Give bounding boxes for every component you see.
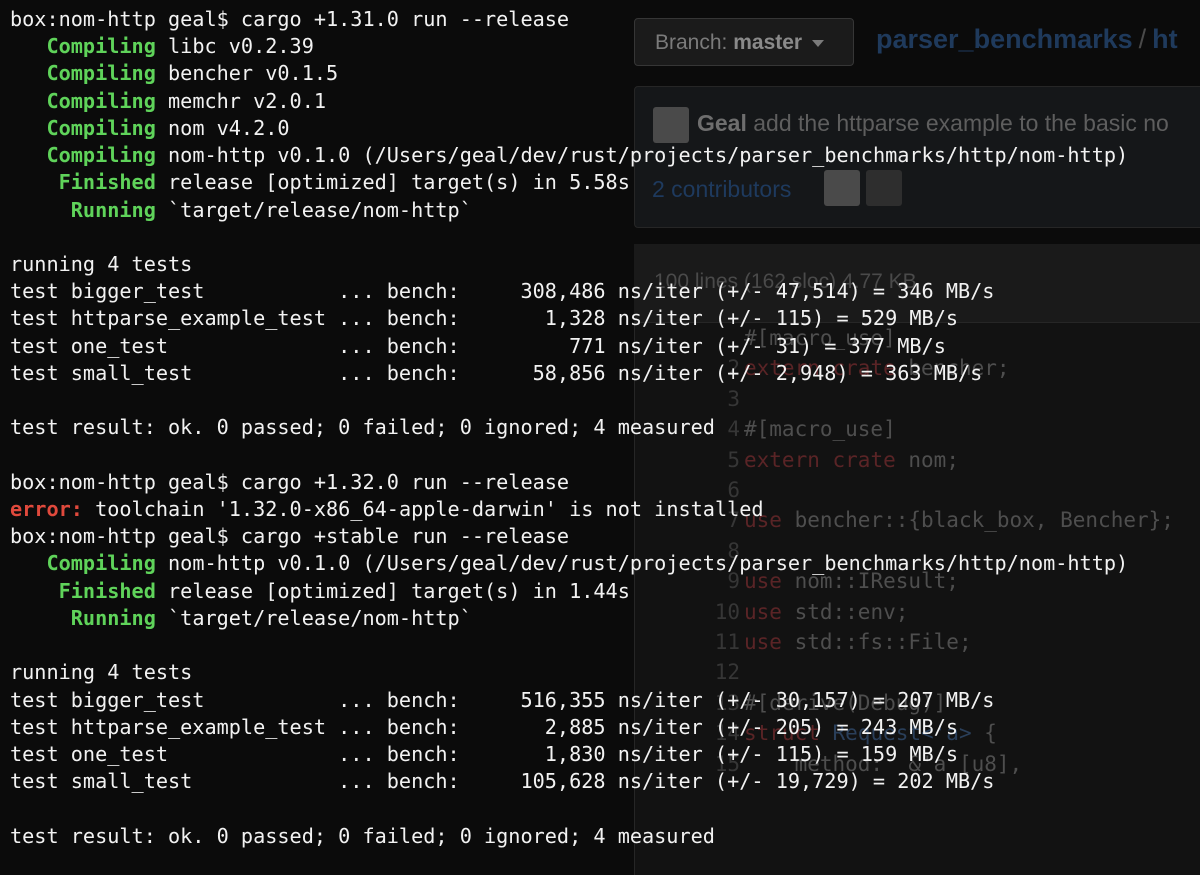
terminal-line: test small_test ... bench: 58,856 ns/ite… (10, 360, 983, 385)
screenshot-stage: Branch: master parser_benchmarks / ht Geal… (0, 0, 1200, 875)
error-label: error: (10, 496, 83, 521)
status-label: Running (70, 605, 156, 630)
terminal-line: test one_test ... bench: 1,830 ns/iter (… (10, 741, 959, 766)
terminal-line-text: nom-http v0.1.0 (/Users/geal/dev/rust/pr… (155, 551, 1129, 576)
terminal-line: test bigger_test ... bench: 516,355 ns/i… (10, 687, 995, 712)
terminal-line: test bigger_test ... bench: 308,486 ns/i… (10, 279, 995, 304)
terminal-line: test httparse_example_test ... bench: 1,… (10, 306, 959, 331)
terminal-line: Compiling libc v0.2.39 (10, 33, 314, 60)
terminal-line: Compiling nom v4.2.0 (10, 115, 290, 142)
status-label: Compiling (46, 551, 156, 576)
terminal-line-text: nom v4.2.0 (155, 115, 290, 140)
terminal-line: Running `target/release/nom-http` (10, 197, 472, 224)
terminal-line-text: `target/release/nom-http` (155, 605, 472, 630)
terminal-line: Compiling nom-http v0.1.0 (/Users/geal/d… (10, 142, 1128, 169)
terminal-line: Finished release [optimized] target(s) i… (10, 578, 630, 605)
terminal-line: box:nom-http geal$ cargo +1.32.0 run --r… (10, 469, 570, 494)
status-label: Compiling (46, 143, 156, 168)
terminal-line-text: `target/release/nom-http` (155, 197, 472, 222)
terminal-line-text: release [optimized] target(s) in 5.58s (155, 170, 630, 195)
status-label: Compiling (46, 88, 156, 113)
terminal-line: Finished release [optimized] target(s) i… (10, 169, 630, 196)
terminal-line-text: release [optimized] target(s) in 1.44s (155, 578, 630, 603)
terminal-line: test one_test ... bench: 771 ns/iter (+/… (10, 333, 946, 358)
terminal-line: Running `target/release/nom-http` (10, 605, 472, 632)
terminal-line-text: bencher v0.1.5 (155, 61, 339, 86)
status-label: Running (70, 197, 156, 222)
status-label: Compiling (46, 61, 156, 86)
status-label: Compiling (46, 115, 156, 140)
terminal-line-text: libc v0.2.39 (155, 34, 314, 59)
terminal-line: test httparse_example_test ... bench: 2,… (10, 714, 959, 739)
terminal-output: box:nom-http geal$ cargo +1.31.0 run --r… (0, 0, 1200, 875)
status-label: Compiling (46, 34, 156, 59)
terminal-line: Compiling memchr v2.0.1 (10, 88, 326, 115)
terminal-line: box:nom-http geal$ cargo +1.31.0 run --r… (10, 7, 570, 31)
terminal-line: test result: ok. 0 passed; 0 failed; 0 i… (10, 823, 715, 848)
status-label: Finished (58, 170, 156, 195)
terminal-line: running 4 tests (10, 660, 193, 685)
terminal-line-text: memchr v2.0.1 (155, 88, 327, 113)
terminal-line: box:nom-http geal$ cargo +stable run --r… (10, 524, 570, 549)
terminal-line: error: toolchain '1.32.0-x86_64-apple-da… (10, 496, 764, 523)
terminal-line-text: toolchain '1.32.0-x86_64-apple-darwin' i… (82, 496, 764, 521)
terminal-line: running 4 tests (10, 251, 193, 276)
terminal-line: Compiling nom-http v0.1.0 (/Users/geal/d… (10, 550, 1128, 577)
terminal-line: test result: ok. 0 passed; 0 failed; 0 i… (10, 415, 715, 440)
status-label: Finished (58, 578, 156, 603)
terminal-line-text: nom-http v0.1.0 (/Users/geal/dev/rust/pr… (155, 143, 1129, 168)
terminal-line: test small_test ... bench: 105,628 ns/it… (10, 769, 995, 794)
terminal-line: Compiling bencher v0.1.5 (10, 60, 338, 87)
